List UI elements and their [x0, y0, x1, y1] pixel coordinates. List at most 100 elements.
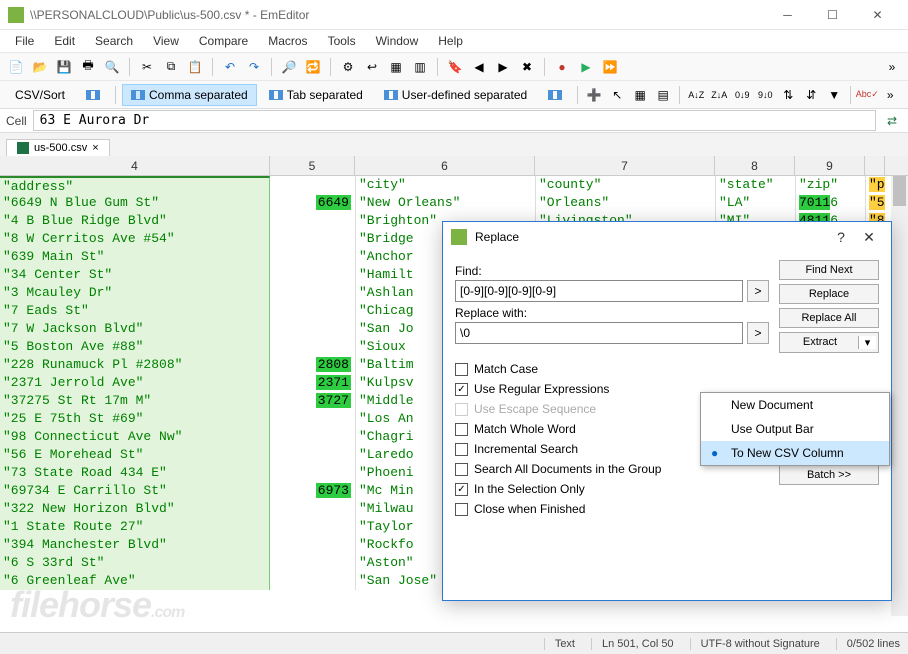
- replace-all-button[interactable]: Replace All: [779, 308, 879, 328]
- user-separated-button[interactable]: User-defined separated: [375, 84, 536, 106]
- menu-file[interactable]: File: [6, 32, 43, 50]
- preview-icon[interactable]: 🔍: [102, 57, 122, 77]
- csv-sort-button[interactable]: CSV/Sort: [6, 84, 74, 106]
- csv-toolbar: CSV/Sort Comma separated Tab separated U…: [0, 80, 908, 108]
- paste-icon[interactable]: 📋: [185, 57, 205, 77]
- match-case-checkbox[interactable]: Match Case: [455, 362, 769, 376]
- cut-icon[interactable]: ✂: [137, 57, 157, 77]
- scroll-thumb[interactable]: [893, 176, 906, 206]
- config-icon[interactable]: ⚙: [338, 57, 358, 77]
- extract-dropdown-icon[interactable]: ▾: [858, 336, 876, 349]
- extract-button[interactable]: Extract▾: [779, 332, 879, 353]
- bookmark-clear-icon[interactable]: ✖: [517, 57, 537, 77]
- extract-output-bar[interactable]: Use Output Bar: [701, 417, 889, 441]
- sort-90-icon[interactable]: 9↓0: [755, 85, 775, 105]
- column-header-9[interactable]: 9: [795, 156, 865, 175]
- document-tab-bar: us-500.csv ×: [0, 132, 908, 156]
- table-row[interactable]: "6649 N Blue Gum St"6649"New Orleans""Or…: [0, 194, 908, 212]
- app-icon: [8, 7, 24, 23]
- document-tab-name: us-500.csv: [34, 142, 87, 154]
- vertical-scrollbar[interactable]: ▴: [891, 176, 908, 616]
- find-next-button[interactable]: Find Next: [779, 260, 879, 280]
- minimize-button[interactable]: ─: [765, 1, 810, 29]
- csv-more-button[interactable]: [539, 86, 571, 104]
- print-icon[interactable]: 🖶: [78, 57, 98, 77]
- macro-play-icon[interactable]: ▶: [576, 57, 596, 77]
- csv-overflow-icon[interactable]: »: [880, 85, 900, 105]
- dialog-help-button[interactable]: ?: [827, 229, 855, 245]
- replace-label: Replace with:: [455, 306, 769, 320]
- wrap-icon[interactable]: ↩: [362, 57, 382, 77]
- toolbar-overflow-icon[interactable]: »: [882, 57, 902, 77]
- new-icon[interactable]: 📄: [6, 57, 26, 77]
- menu-edit[interactable]: Edit: [45, 32, 84, 50]
- spell-icon[interactable]: Abc✓: [857, 85, 877, 105]
- find-icon[interactable]: 🔎: [279, 57, 299, 77]
- close-finished-checkbox[interactable]: Close when Finished: [455, 502, 769, 516]
- menu-view[interactable]: View: [144, 32, 188, 50]
- maximize-button[interactable]: ☐: [810, 1, 855, 29]
- bookmark-icon[interactable]: 🔖: [445, 57, 465, 77]
- menu-tools[interactable]: Tools: [319, 32, 365, 50]
- copy-icon[interactable]: ⧉: [161, 57, 181, 77]
- tab-separated-button[interactable]: Tab separated: [260, 84, 372, 106]
- column-header-5[interactable]: 5: [270, 156, 355, 175]
- sort-09-icon[interactable]: 0↓9: [732, 85, 752, 105]
- sort-len-icon[interactable]: ⇅: [778, 85, 798, 105]
- column-header-8[interactable]: 8: [715, 156, 795, 175]
- document-tab[interactable]: us-500.csv ×: [6, 139, 110, 156]
- filter-icon[interactable]: ▼: [824, 85, 844, 105]
- dialog-titlebar[interactable]: Replace ? ✕: [443, 222, 891, 252]
- find-input[interactable]: [455, 280, 743, 302]
- table2-icon[interactable]: ▤: [653, 85, 673, 105]
- bookmark-prev-icon[interactable]: ◀: [469, 57, 489, 77]
- comma-separated-button[interactable]: Comma separated: [122, 84, 257, 106]
- window-title: \\PERSONALCLOUD\Public\us-500.csv * - Em…: [30, 8, 765, 22]
- find-menu-button[interactable]: >: [747, 280, 769, 302]
- menu-window[interactable]: Window: [367, 32, 428, 50]
- menu-search[interactable]: Search: [86, 32, 142, 50]
- replace-icon[interactable]: 🔁: [303, 57, 323, 77]
- column-header-6[interactable]: 6: [355, 156, 535, 175]
- replace-input[interactable]: [455, 322, 743, 344]
- cell-input[interactable]: [33, 110, 876, 131]
- sort-az-icon[interactable]: A↓Z: [686, 85, 706, 105]
- normal-mode-button[interactable]: [77, 86, 109, 104]
- batch-button[interactable]: Batch >>: [779, 465, 879, 485]
- column-select-icon[interactable]: ↖: [607, 85, 627, 105]
- table-icon[interactable]: ▦: [630, 85, 650, 105]
- redo-icon[interactable]: ↷: [244, 57, 264, 77]
- extract-new-csv-column[interactable]: To New CSV Column: [701, 441, 889, 465]
- selection-only-checkbox[interactable]: In the Selection Only: [455, 482, 769, 496]
- close-button[interactable]: ✕: [855, 1, 900, 29]
- macro-record-icon[interactable]: ●: [552, 57, 572, 77]
- sort-za-icon[interactable]: Z↓A: [709, 85, 729, 105]
- cell-bar: Cell ⇄: [0, 108, 908, 132]
- replace-button[interactable]: Replace: [779, 284, 879, 304]
- menu-macros[interactable]: Macros: [259, 32, 316, 50]
- sort-len2-icon[interactable]: ⇵: [801, 85, 821, 105]
- columns-icon[interactable]: ▥: [410, 57, 430, 77]
- replace-menu-button[interactable]: >: [747, 322, 769, 344]
- menu-help[interactable]: Help: [429, 32, 472, 50]
- status-bar: Text Ln 501, Col 50 UTF-8 without Signat…: [0, 632, 908, 654]
- cell-label: Cell: [6, 114, 27, 128]
- column-header-10[interactable]: [865, 156, 885, 175]
- open-icon[interactable]: 📂: [30, 57, 50, 77]
- document-tab-close[interactable]: ×: [92, 142, 98, 154]
- menu-compare[interactable]: Compare: [190, 32, 257, 50]
- column-add-icon[interactable]: ➕: [584, 85, 604, 105]
- grid-icon[interactable]: ▦: [386, 57, 406, 77]
- column-header-7[interactable]: 7: [535, 156, 715, 175]
- dialog-close-button[interactable]: ✕: [855, 229, 883, 246]
- dialog-title: Replace: [475, 230, 827, 244]
- column-header-4[interactable]: 4: [0, 156, 270, 175]
- cell-toggle-icon[interactable]: ⇄: [882, 111, 902, 131]
- main-toolbar: 📄 📂 💾 🖶 🔍 ✂ ⧉ 📋 ↶ ↷ 🔎 🔁 ⚙ ↩ ▦ ▥ 🔖 ◀ ▶ ✖ …: [0, 52, 908, 80]
- save-icon[interactable]: 💾: [54, 57, 74, 77]
- table-row[interactable]: "address""city""county""state""zip""p: [0, 176, 908, 194]
- undo-icon[interactable]: ↶: [220, 57, 240, 77]
- extract-new-document[interactable]: New Document: [701, 393, 889, 417]
- macro-fast-icon[interactable]: ⏩: [600, 57, 620, 77]
- bookmark-next-icon[interactable]: ▶: [493, 57, 513, 77]
